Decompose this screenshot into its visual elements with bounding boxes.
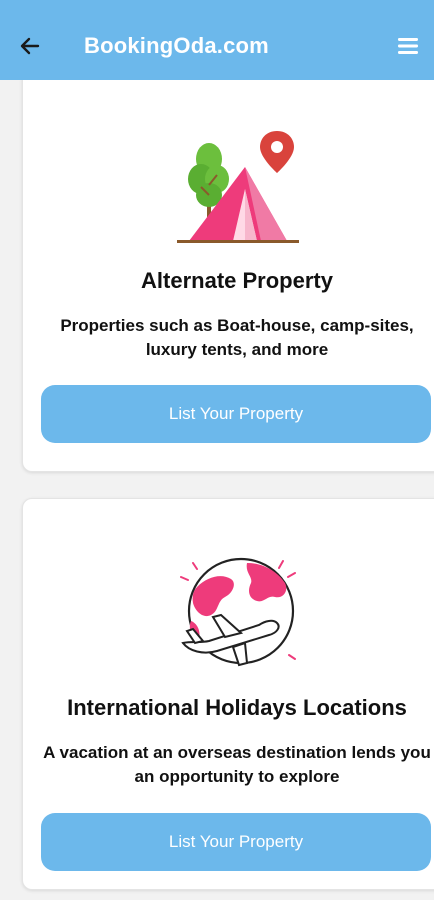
tent-camping-illustration: [173, 129, 303, 249]
content-scroll-area[interactable]: Alternate Property Properties such as Bo…: [0, 80, 434, 900]
back-button[interactable]: [14, 30, 46, 62]
card-title: Alternate Property: [141, 268, 333, 293]
globe-airplane-illustration: [173, 551, 303, 679]
property-type-card-international: International Holidays Locations A vacat…: [22, 498, 434, 890]
card-description: A vacation at an overseas destination le…: [43, 743, 431, 786]
list-your-property-button[interactable]: List Your Property: [41, 813, 431, 871]
list-your-property-button[interactable]: List Your Property: [41, 385, 431, 443]
app-header: BookingOda.com: [0, 0, 434, 80]
app-title: BookingOda.com: [84, 33, 269, 58]
hamburger-menu-icon: [398, 38, 418, 54]
card-description: Properties such as Boat-house, camp-site…: [60, 316, 414, 359]
card-title: International Holidays Locations: [67, 695, 407, 720]
arrow-left-icon: [20, 37, 40, 55]
menu-button[interactable]: [394, 32, 422, 60]
property-type-card-alternate: Alternate Property Properties such as Bo…: [22, 80, 434, 472]
